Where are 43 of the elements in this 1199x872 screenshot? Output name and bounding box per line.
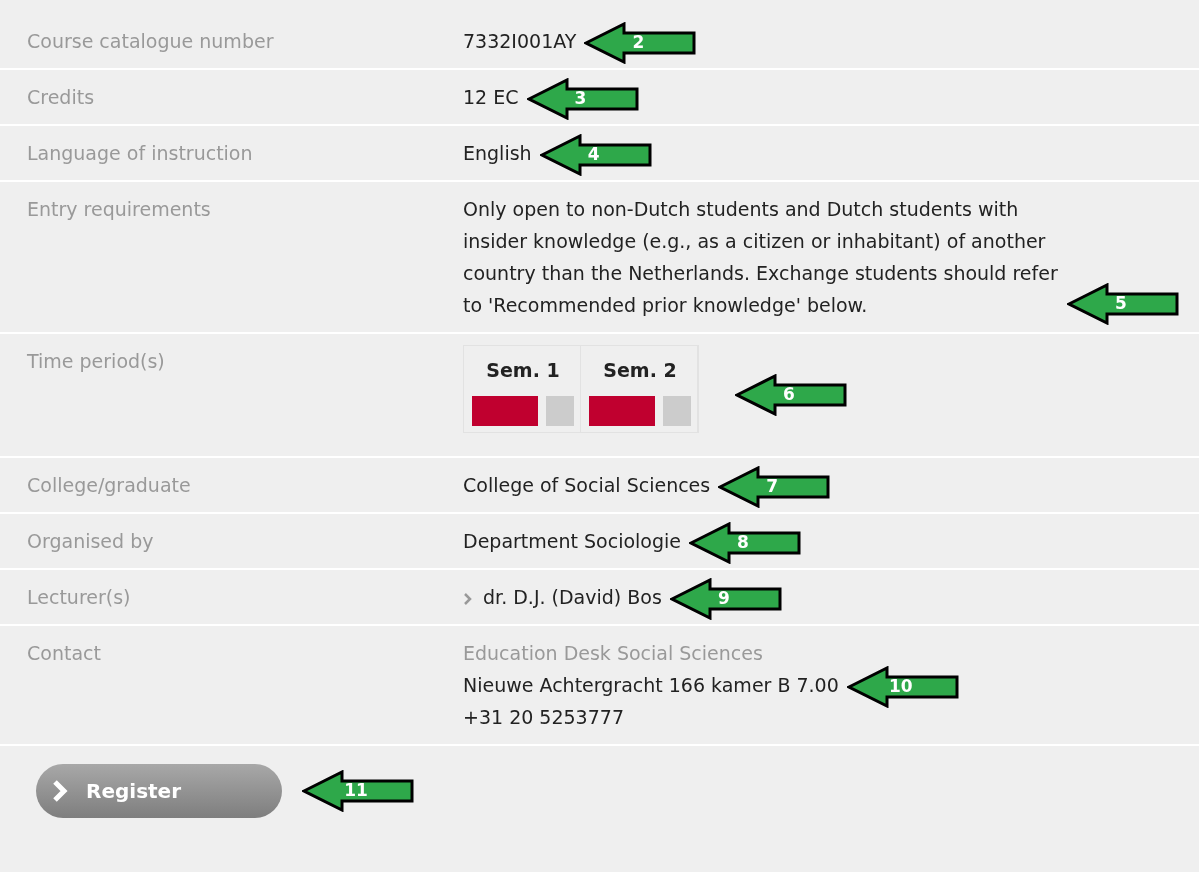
chevron-icon: [52, 779, 68, 803]
arrow-icon: [584, 21, 697, 64]
callout-number: 4: [587, 142, 600, 166]
callout-number: 7: [766, 474, 779, 498]
arrow-icon: [735, 374, 847, 416]
callout-number: 11: [344, 779, 368, 802]
field-value: Only open to non-Dutch students and Dutch students with insider knowledge (e.g., as a citizen or inhabitant) of another country than the Netherlands. Exchange students should refer to 'Recommended prior knowledge' below.: [463, 197, 1059, 318]
contact-name: Education Desk Social Sciences: [463, 642, 763, 664]
chevron-icon: [463, 591, 473, 606]
field-value: College of Social Sciences: [463, 474, 711, 496]
arrow-icon: [689, 521, 801, 564]
callout-number: 10: [889, 674, 913, 698]
field-label: Lecturer(s): [27, 585, 132, 610]
contact-line: +31 20 5253777: [463, 706, 624, 728]
field-value: 7332I001AY: [463, 30, 577, 52]
callout-number: 3: [574, 86, 587, 110]
callout-number: 9: [717, 586, 730, 610]
arrow-icon: [526, 77, 639, 120]
arrow-icon: [846, 665, 959, 708]
contact-line: Nieuwe Achtergracht 166 kamer B 7.00: [463, 674, 839, 696]
field-label: Time period(s): [27, 349, 166, 374]
arrow-icon: [539, 133, 652, 176]
field-label: College/graduate: [27, 473, 192, 498]
field-value: 12 EC: [463, 86, 519, 108]
field-label: Contact: [27, 641, 102, 666]
callout-number: 8: [737, 530, 749, 554]
field-label: Language of instruction: [27, 141, 254, 166]
field-label: Entry requirements: [27, 197, 212, 222]
arrow-icon: [1067, 283, 1179, 325]
arrow-icon: [718, 465, 831, 508]
arrow-icon: [669, 577, 782, 620]
arrow-icon: [302, 770, 414, 812]
callout-number: 6: [783, 383, 795, 406]
field-label: Course catalogue number: [27, 29, 275, 54]
field-label: Organised by: [27, 529, 155, 554]
callout-number: 5: [1115, 292, 1127, 315]
callout-number: 2: [632, 30, 645, 54]
semester-label: Sem. 1: [486, 358, 560, 383]
semester-label: Sem. 2: [603, 358, 677, 383]
lecturer-link[interactable]: dr. D.J. (David) Bos: [483, 586, 662, 608]
field-label: Credits: [27, 85, 96, 110]
field-value: English: [463, 142, 532, 164]
field-value: Department Sociologie: [463, 530, 681, 552]
